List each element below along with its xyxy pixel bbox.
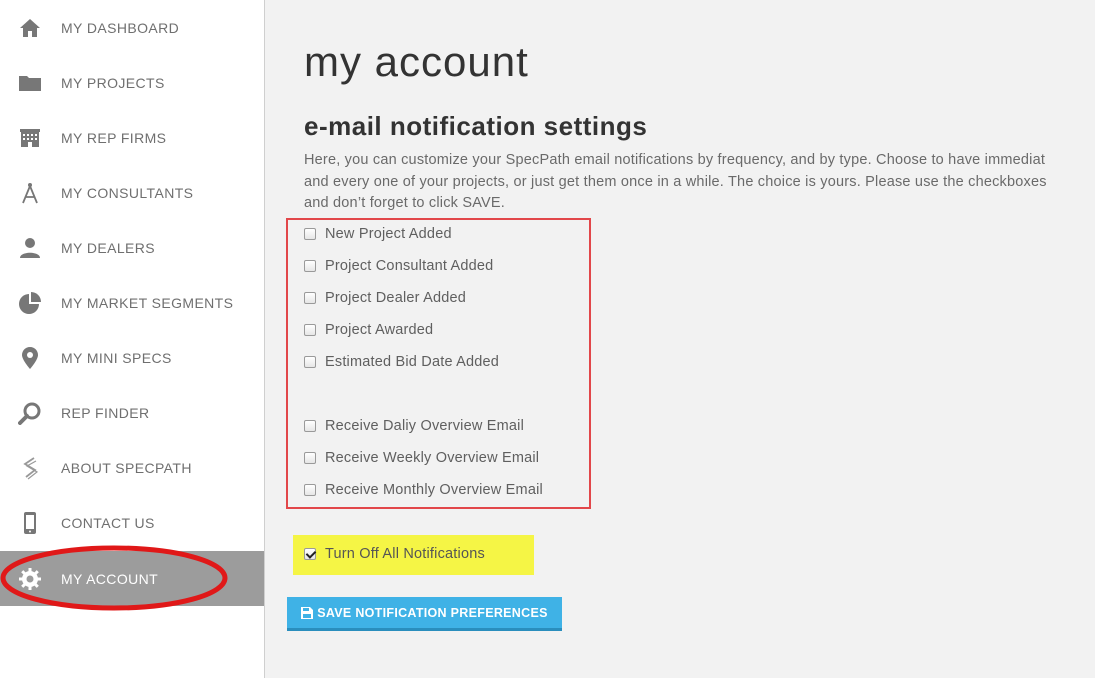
sidebar-item-market-segments[interactable]: MY MARKET SEGMENTS [0, 275, 264, 330]
sidebar-item-label: MY MARKET SEGMENTS [61, 294, 234, 311]
sidebar-item-label: MY ACCOUNT [61, 570, 159, 587]
option-weekly-overview-email[interactable]: Receive Weekly Overview Email [304, 448, 539, 468]
option-turn-off-all-notifications[interactable]: Turn Off All Notifications [304, 544, 485, 564]
option-monthly-overview-email[interactable]: Receive Monthly Overview Email [304, 480, 543, 500]
sidebar-item-label: MY MINI SPECS [61, 349, 172, 366]
compass-icon [17, 180, 43, 206]
map-pin-icon [17, 345, 43, 371]
option-label: Project Dealer Added [325, 290, 467, 306]
option-label: Project Consultant Added [325, 258, 494, 274]
sidebar-item-label: MY CONSULTANTS [61, 184, 194, 201]
page-title: my account [304, 38, 529, 85]
checkbox[interactable] [304, 484, 316, 496]
main-content: my account e-mail notification settings … [265, 0, 1095, 678]
checkbox[interactable] [304, 228, 316, 240]
sidebar-item-about[interactable]: ABOUT SPECPATH [0, 440, 264, 495]
sidebar-item-contact[interactable]: CONTACT US [0, 495, 264, 550]
home-icon [17, 15, 43, 41]
checkbox[interactable] [304, 452, 316, 464]
checkbox[interactable] [304, 260, 316, 272]
search-icon [17, 400, 43, 426]
option-label: Estimated Bid Date Added [325, 354, 500, 370]
option-project-consultant-added[interactable]: Project Consultant Added [304, 256, 493, 276]
checkbox[interactable] [304, 292, 316, 304]
option-new-project-added[interactable]: New Project Added [304, 224, 452, 244]
option-label: Project Awarded [325, 322, 434, 338]
section-title: e-mail notification settings [304, 111, 648, 141]
option-label: Turn Off All Notifications [325, 546, 485, 562]
pie-chart-icon [17, 290, 43, 316]
description-line: and every one of your projects, or just … [304, 173, 1047, 190]
description-line: Here, you can customize your SpecPath em… [304, 152, 1046, 168]
option-label: Receive Monthly Overview Email [325, 482, 543, 498]
sidebar-item-label: CONTACT US [61, 514, 155, 531]
floppy-disk-icon [301, 606, 314, 619]
sidebar-item-label: REP FINDER [61, 404, 150, 421]
sidebar-item-label: ABOUT SPECPATH [61, 459, 192, 476]
option-label: Receive Daliy Overview Email [325, 418, 524, 434]
sidebar-item-rep-finder[interactable]: REP FINDER [0, 385, 264, 440]
sidebar-item-dealers[interactable]: MY DEALERS [0, 220, 264, 275]
sidebar-item-dashboard[interactable]: MY DASHBOARD [0, 0, 264, 55]
sidebar-item-label: MY DASHBOARD [61, 19, 180, 36]
gear-icon [17, 566, 43, 592]
sidebar-item-projects[interactable]: MY PROJECTS [0, 55, 264, 110]
sidebar-item-mini-specs[interactable]: MY MINI SPECS [0, 330, 264, 385]
save-button-label: SAVE NOTIFICATION PREFERENCES [317, 605, 548, 620]
option-estimated-bid-date-added[interactable]: Estimated Bid Date Added [304, 352, 499, 372]
sidebar-item-label: MY DEALERS [61, 239, 155, 256]
sidebar-item-rep-firms[interactable]: MY REP FIRMS [0, 110, 264, 165]
description-text: Here, you can customize your SpecPath em… [304, 150, 1095, 215]
option-label: Receive Weekly Overview Email [325, 450, 540, 466]
checkbox[interactable] [304, 420, 316, 432]
save-notification-preferences-button[interactable]: SAVE NOTIFICATION PREFERENCES [287, 597, 562, 631]
option-label: New Project Added [325, 226, 452, 242]
building-icon [17, 125, 43, 151]
option-project-dealer-added[interactable]: Project Dealer Added [304, 288, 466, 308]
sidebar-item-consultants[interactable]: MY CONSULTANTS [0, 165, 264, 220]
folder-icon [17, 70, 43, 96]
sidebar: MY DASHBOARD MY PROJECTS MY REP FIRMS MY… [0, 0, 265, 678]
description-line: and don’t forget to click SAVE. [304, 195, 505, 211]
checkbox[interactable] [304, 356, 316, 368]
sidebar-item-label: MY PROJECTS [61, 74, 165, 91]
checkbox[interactable] [304, 324, 316, 336]
option-daily-overview-email[interactable]: Receive Daliy Overview Email [304, 416, 524, 436]
specpath-logo-icon [17, 455, 43, 481]
option-project-awarded[interactable]: Project Awarded [304, 320, 433, 340]
sidebar-item-label: MY REP FIRMS [61, 129, 167, 146]
sidebar-item-account[interactable]: MY ACCOUNT [0, 551, 264, 606]
user-icon [17, 235, 43, 261]
checkbox-checked[interactable] [304, 548, 316, 560]
phone-icon [17, 510, 43, 536]
